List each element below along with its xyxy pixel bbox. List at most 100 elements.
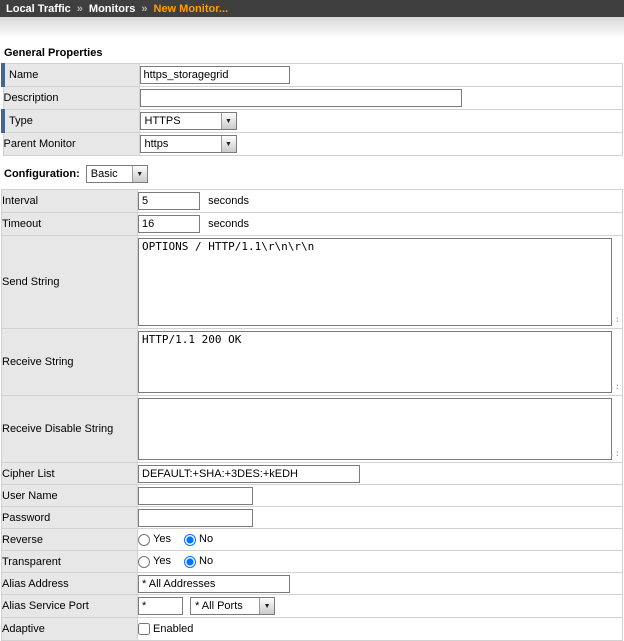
alias-service-port-label-cell: Alias Service Port [2,595,138,618]
user-name-label: User Name [2,490,58,502]
chevron-down-icon: ▼ [221,113,236,129]
type-select[interactable]: HTTPS ▼ [140,112,237,130]
receive-disable-string-label: Receive Disable String [2,423,113,435]
parent-monitor-select[interactable]: https ▼ [140,135,237,153]
table-row: Password [2,507,623,529]
send-string-textarea[interactable]: OPTIONS / HTTP/1.1\r\n\r\n [138,238,612,326]
table-row: Parent Monitor https ▼ [3,133,623,156]
cipher-list-input[interactable] [138,465,360,483]
interval-suffix: seconds [208,195,249,207]
table-row: Receive Disable String .: [2,396,623,463]
alias-service-port-input[interactable] [138,597,183,615]
cipher-list-label: Cipher List [2,468,55,480]
type-select-value: HTTPS [141,113,221,129]
receive-disable-string-textarea[interactable] [138,398,612,460]
description-input[interactable] [140,89,462,107]
reverse-yes-radio[interactable] [138,534,150,546]
type-label: Type [9,115,33,127]
timeout-input[interactable] [138,215,200,233]
transparent-yes-label: Yes [153,555,171,567]
reverse-no-label: No [199,533,213,545]
table-row: Adaptive Enabled [2,618,623,641]
description-label-cell: Description [3,87,139,110]
interval-label: Interval [2,195,38,207]
alias-service-port-select[interactable]: * All Ports ▼ [190,597,275,615]
table-row: Transparent Yes No [2,551,623,573]
transparent-label-cell: Transparent [2,551,138,573]
adaptive-enabled-checkbox[interactable] [138,623,150,635]
type-label-cell: Type [3,110,139,133]
configuration-label: Configuration: [4,168,80,180]
transparent-label: Transparent [2,556,61,568]
table-row: Description [3,87,623,110]
name-label: Name [9,69,38,81]
alias-service-port-select-value: * All Ports [191,598,259,614]
timeout-label-cell: Timeout [2,213,138,236]
table-row: Alias Address [2,573,623,595]
section-title-general-properties: General Properties [4,47,624,59]
parent-monitor-label-cell: Parent Monitor [3,133,139,156]
reverse-yes-label: Yes [153,533,171,545]
table-row: Alias Service Port * All Ports ▼ [2,595,623,618]
transparent-no-label: No [199,555,213,567]
resize-grip-icon[interactable]: .: [609,316,620,325]
alias-service-port-label: Alias Service Port [2,600,89,612]
user-name-input[interactable] [138,487,253,505]
chevron-down-icon: ▼ [132,166,147,182]
resize-grip-icon[interactable]: .: [609,450,620,459]
alias-address-label-cell: Alias Address [2,573,138,595]
send-string-label-cell: Send String [2,236,138,329]
interval-input[interactable] [138,192,200,210]
table-row: Type HTTPS ▼ [3,110,623,133]
table-row: Name [3,64,623,87]
breadcrumb-separator: » [77,3,83,15]
reverse-no-radio[interactable] [184,534,196,546]
name-input[interactable] [140,66,290,84]
transparent-no-radio[interactable] [184,556,196,568]
receive-disable-string-label-cell: Receive Disable String [2,396,138,463]
breadcrumb-separator: » [141,3,147,15]
configuration-table: Interval seconds Timeout seconds Send St… [1,189,623,641]
parent-monitor-label: Parent Monitor [4,138,76,150]
resize-grip-icon[interactable]: .: [609,383,620,392]
table-row: Interval seconds [2,190,623,213]
breadcrumb-monitors[interactable]: Monitors [89,3,135,15]
configuration-selector-row: Configuration: Basic ▼ [4,165,624,183]
table-row: Reverse Yes No [2,529,623,551]
reverse-label: Reverse [2,534,43,546]
parent-monitor-select-value: https [141,136,221,152]
alias-address-label: Alias Address [2,578,69,590]
breadcrumb: Local Traffic » Monitors » New Monitor..… [0,0,624,17]
configuration-select[interactable]: Basic ▼ [86,165,148,183]
password-label-cell: Password [2,507,138,529]
table-row: Timeout seconds [2,213,623,236]
breadcrumb-local-traffic[interactable]: Local Traffic [6,3,71,15]
send-string-label: Send String [2,276,59,288]
table-row: Cipher List [2,463,623,485]
password-label: Password [2,512,50,524]
configuration-select-value: Basic [87,166,132,182]
timeout-suffix: seconds [208,218,249,230]
adaptive-label: Adaptive [2,623,45,635]
adaptive-label-cell: Adaptive [2,618,138,641]
chevron-down-icon: ▼ [221,136,236,152]
transparent-yes-radio[interactable] [138,556,150,568]
breadcrumb-current-page: New Monitor... [154,3,229,15]
receive-string-textarea[interactable]: HTTP/1.1 200 OK [138,331,612,393]
cipher-list-label-cell: Cipher List [2,463,138,485]
alias-address-input[interactable] [138,575,290,593]
table-row: Receive String HTTP/1.1 200 OK .: [2,329,623,396]
description-label: Description [4,92,59,104]
reverse-label-cell: Reverse [2,529,138,551]
adaptive-enabled-label: Enabled [153,623,193,635]
table-row: Send String OPTIONS / HTTP/1.1\r\n\r\n .… [2,236,623,329]
password-input[interactable] [138,509,253,527]
receive-string-label: Receive String [2,356,74,368]
header-gradient-band [0,17,624,37]
receive-string-label-cell: Receive String [2,329,138,396]
interval-label-cell: Interval [2,190,138,213]
user-name-label-cell: User Name [2,485,138,507]
name-label-cell: Name [3,64,139,87]
timeout-label: Timeout [2,218,41,230]
table-row: User Name [2,485,623,507]
